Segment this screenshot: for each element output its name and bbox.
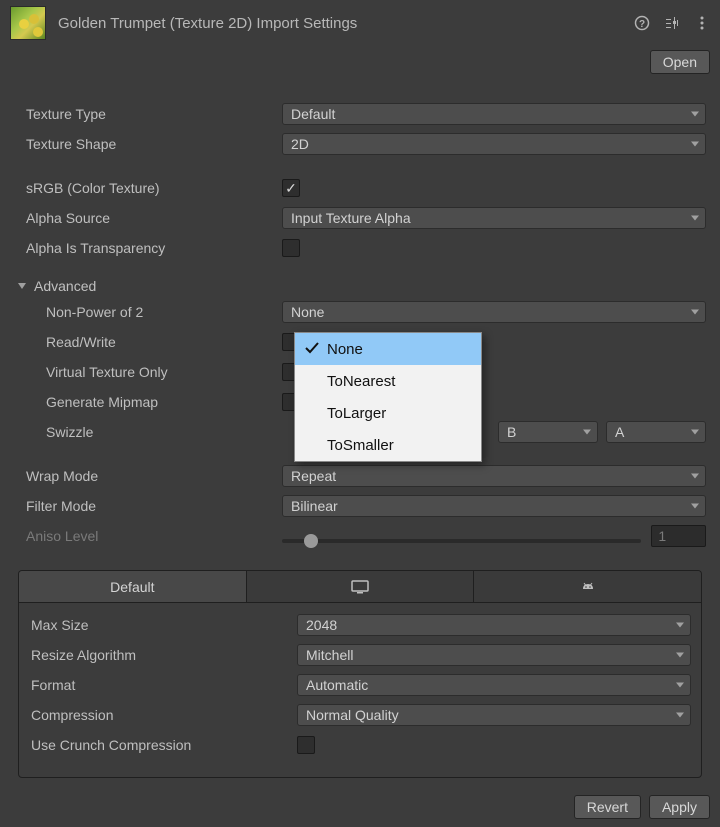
- check-icon: [303, 339, 321, 357]
- maxsize-value: 2048: [306, 617, 337, 633]
- alpha-source-dropdown[interactable]: Input Texture Alpha: [282, 207, 706, 229]
- maxsize-dropdown[interactable]: 2048: [297, 614, 691, 636]
- chevron-down-icon: [676, 713, 684, 718]
- texture-shape-label: Texture Shape: [14, 136, 282, 152]
- resize-value: Mitchell: [306, 647, 353, 663]
- npot-dropdown-popup: None ToNearest ToLarger ToSmaller: [294, 332, 482, 462]
- tab-android[interactable]: [474, 571, 701, 602]
- mipmap-label: Generate Mipmap: [14, 394, 282, 410]
- compression-label: Compression: [29, 707, 297, 723]
- npot-option-label: ToSmaller: [327, 437, 394, 454]
- menu-icon[interactable]: [694, 15, 710, 31]
- texture-type-value: Default: [291, 106, 335, 122]
- wrap-mode-dropdown[interactable]: Repeat: [282, 465, 706, 487]
- android-icon: [578, 579, 598, 595]
- chevron-down-icon: [691, 216, 699, 221]
- resize-label: Resize Algorithm: [29, 647, 297, 663]
- compression-value: Normal Quality: [306, 707, 399, 723]
- apply-button[interactable]: Apply: [649, 795, 710, 819]
- alpha-source-value: Input Texture Alpha: [291, 210, 411, 226]
- npot-option-tonearest[interactable]: ToNearest: [295, 365, 481, 397]
- advanced-heading[interactable]: Advanced: [30, 278, 96, 294]
- aniso-slider[interactable]: [282, 539, 641, 543]
- swizzle-b-dropdown[interactable]: B: [498, 421, 598, 443]
- alpha-transparency-checkbox[interactable]: [282, 239, 300, 257]
- format-dropdown[interactable]: Automatic: [297, 674, 691, 696]
- crunch-label: Use Crunch Compression: [29, 737, 297, 753]
- chevron-down-icon: [583, 430, 591, 435]
- npot-value: None: [291, 304, 324, 320]
- alpha-transparency-label: Alpha Is Transparency: [14, 240, 282, 256]
- npot-option-label: None: [327, 341, 363, 358]
- presets-icon[interactable]: [664, 15, 680, 31]
- srgb-label: sRGB (Color Texture): [14, 180, 282, 196]
- page-title: Golden Trumpet (Texture 2D) Import Setti…: [58, 15, 622, 32]
- chevron-down-icon: [691, 142, 699, 147]
- aniso-value-field[interactable]: 1: [651, 525, 706, 547]
- npot-option-none[interactable]: None: [295, 333, 481, 365]
- revert-button[interactable]: Revert: [574, 795, 641, 819]
- npot-option-tosmaller[interactable]: ToSmaller: [295, 429, 481, 461]
- chevron-down-icon: [691, 310, 699, 315]
- help-icon[interactable]: ?: [634, 15, 650, 31]
- chevron-down-icon: [691, 112, 699, 117]
- wrap-mode-value: Repeat: [291, 468, 336, 484]
- npot-option-label: ToLarger: [327, 405, 386, 422]
- wrap-mode-label: Wrap Mode: [14, 468, 282, 484]
- format-value: Automatic: [306, 677, 368, 693]
- filter-mode-label: Filter Mode: [14, 498, 282, 514]
- crunch-checkbox[interactable]: [297, 736, 315, 754]
- texture-thumbnail: [10, 6, 46, 40]
- check-icon: ✓: [285, 181, 297, 195]
- texture-shape-dropdown[interactable]: 2D: [282, 133, 706, 155]
- texture-type-dropdown[interactable]: Default: [282, 103, 706, 125]
- compression-dropdown[interactable]: Normal Quality: [297, 704, 691, 726]
- swizzle-a-dropdown[interactable]: A: [606, 421, 706, 443]
- slider-handle[interactable]: [304, 534, 318, 548]
- vto-label: Virtual Texture Only: [14, 364, 282, 380]
- npot-option-label: ToNearest: [327, 373, 395, 390]
- texture-shape-value: 2D: [291, 136, 309, 152]
- chevron-down-icon: [691, 504, 699, 509]
- tab-default-label: Default: [110, 579, 154, 595]
- tab-standalone[interactable]: [247, 571, 475, 602]
- chevron-down-icon: [676, 653, 684, 658]
- alpha-source-label: Alpha Source: [14, 210, 282, 226]
- aniso-label: Aniso Level: [14, 528, 282, 544]
- tab-default[interactable]: Default: [19, 571, 247, 602]
- resize-dropdown[interactable]: Mitchell: [297, 644, 691, 666]
- npot-label: Non-Power of 2: [14, 304, 282, 320]
- svg-text:?: ?: [639, 19, 645, 30]
- texture-type-label: Texture Type: [14, 106, 282, 122]
- npot-dropdown[interactable]: None: [282, 301, 706, 323]
- maxsize-label: Max Size: [29, 617, 297, 633]
- swizzle-b-value: B: [507, 424, 516, 440]
- swizzle-label: Swizzle: [14, 424, 282, 440]
- filter-mode-dropdown[interactable]: Bilinear: [282, 495, 706, 517]
- chevron-down-icon: [676, 623, 684, 628]
- chevron-down-icon: [691, 474, 699, 479]
- swizzle-a-value: A: [615, 424, 624, 440]
- filter-mode-value: Bilinear: [291, 498, 338, 514]
- format-label: Format: [29, 677, 297, 693]
- open-button[interactable]: Open: [650, 50, 710, 74]
- srgb-checkbox[interactable]: ✓: [282, 179, 300, 197]
- disclosure-triangle-icon[interactable]: [18, 283, 26, 289]
- chevron-down-icon: [691, 430, 699, 435]
- readwrite-label: Read/Write: [14, 334, 282, 350]
- chevron-down-icon: [676, 683, 684, 688]
- npot-option-tolarger[interactable]: ToLarger: [295, 397, 481, 429]
- monitor-icon: [350, 579, 370, 595]
